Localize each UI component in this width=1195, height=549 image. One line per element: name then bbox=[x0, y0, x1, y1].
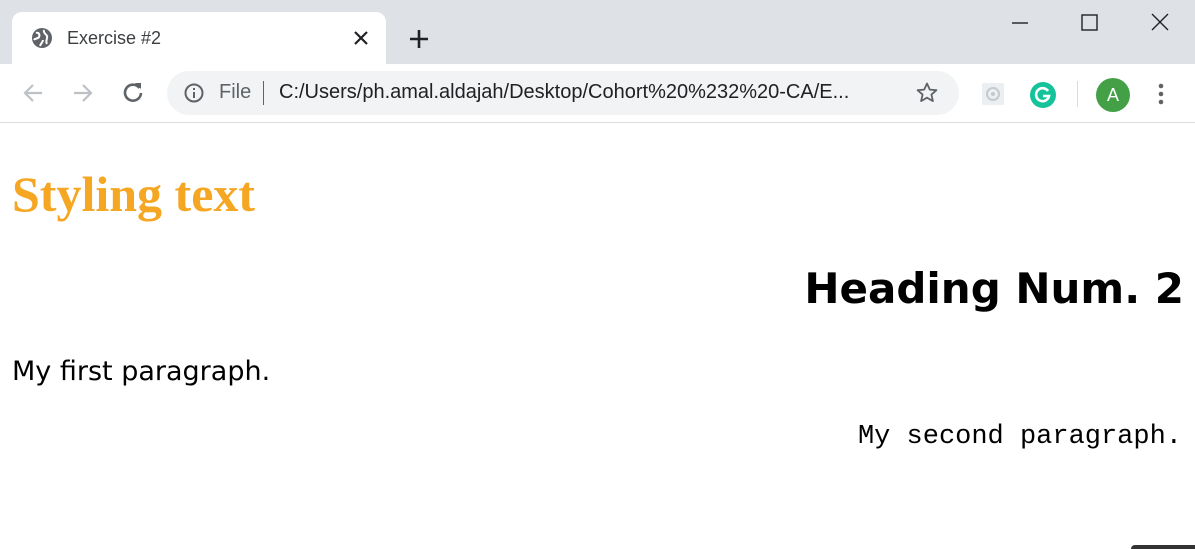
star-icon[interactable] bbox=[915, 81, 939, 105]
heading-styling-text: Styling text bbox=[12, 166, 256, 222]
scheme-label: File bbox=[219, 81, 252, 103]
close-icon[interactable] bbox=[350, 27, 372, 49]
back-arrow-icon[interactable] bbox=[18, 78, 48, 108]
address-separator bbox=[263, 81, 264, 105]
heading-num-2: Heading Num. 2 bbox=[804, 264, 1184, 313]
tab-title: Exercise #2 bbox=[67, 28, 162, 48]
grammarly-icon[interactable] bbox=[1029, 81, 1057, 109]
browser-toolbar: File C:/Users/ph.amal.aldajah/Desktop/Co… bbox=[0, 64, 1195, 123]
minimize-icon[interactable] bbox=[1007, 10, 1033, 36]
page-content: Styling text Heading Num. 2 My first par… bbox=[0, 123, 1195, 549]
tab-strip: Exercise #2 bbox=[0, 0, 1195, 64]
paragraph-first: My first paragraph. bbox=[12, 356, 271, 387]
url-text[interactable]: C:/Users/ph.amal.aldajah/Desktop/Cohort%… bbox=[279, 81, 849, 104]
address-bar[interactable]: File C:/Users/ph.amal.aldajah/Desktop/Co… bbox=[167, 71, 959, 115]
avatar[interactable]: A bbox=[1096, 78, 1130, 112]
toolbar-divider bbox=[1077, 81, 1078, 107]
window-close-icon[interactable] bbox=[1147, 10, 1173, 36]
reload-icon[interactable] bbox=[118, 78, 148, 108]
menu-icon[interactable] bbox=[1148, 81, 1174, 107]
forward-arrow-icon[interactable] bbox=[68, 78, 98, 108]
window-corner bbox=[1131, 545, 1195, 549]
maximize-icon[interactable] bbox=[1076, 10, 1102, 36]
extension-icon[interactable] bbox=[980, 81, 1006, 107]
info-icon[interactable] bbox=[183, 82, 205, 104]
globe-icon bbox=[32, 28, 52, 48]
paragraph-second: My second paragraph. bbox=[857, 422, 1182, 452]
tab-exercise-2[interactable]: Exercise #2 bbox=[12, 12, 386, 64]
plus-icon[interactable] bbox=[407, 27, 431, 51]
